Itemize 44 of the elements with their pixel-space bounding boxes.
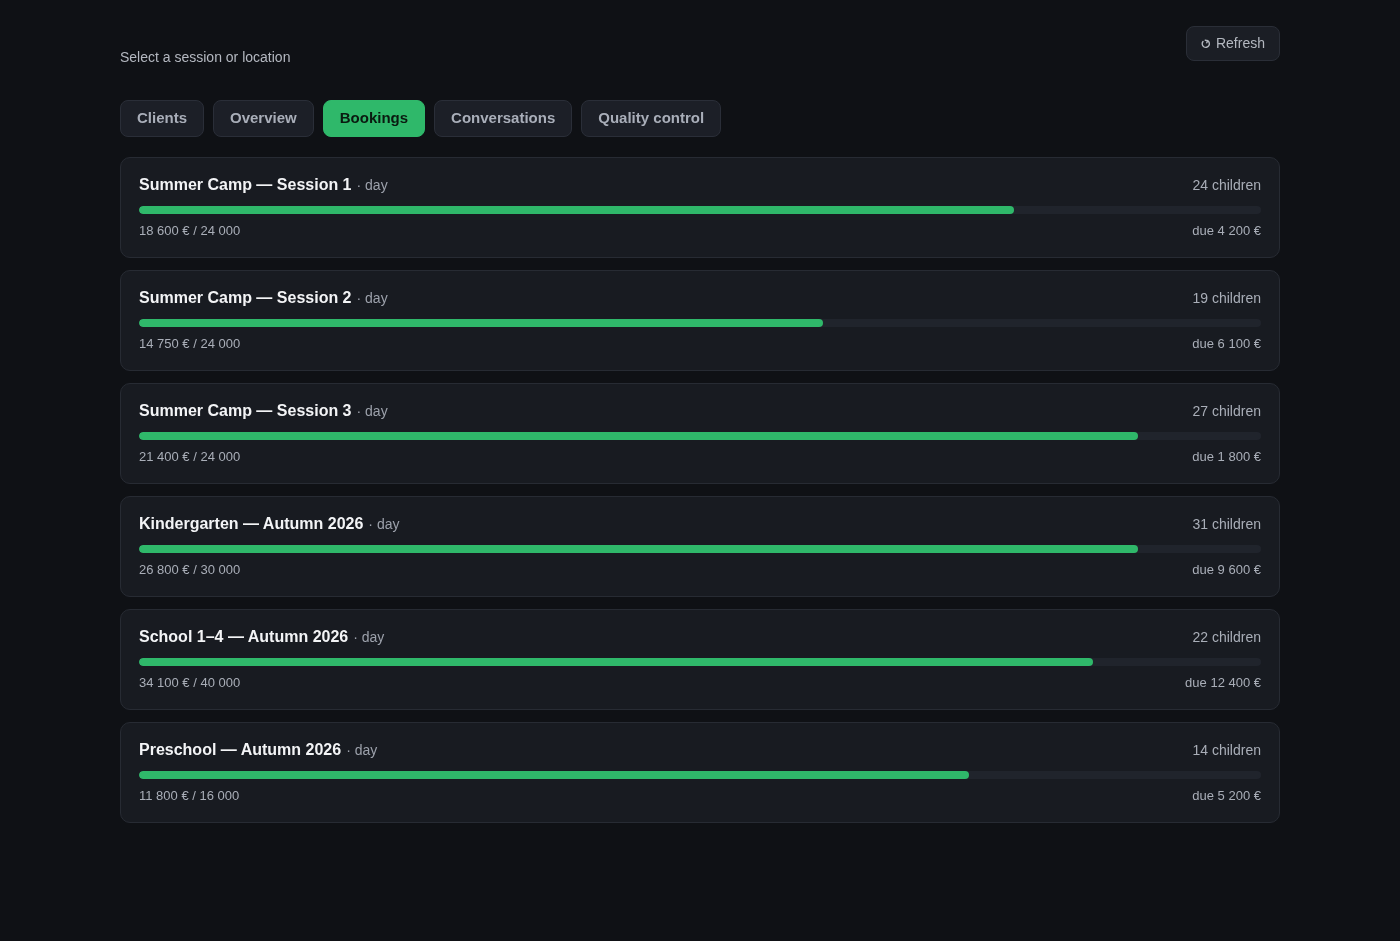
session-card[interactable]: School 1–4 — Autumn 2026 · day 22 children 34 100 € / 40 000 due 12 400 €: [120, 609, 1280, 710]
amount-text: 26 800 € / 30 000: [139, 562, 241, 578]
children-count: 19 children: [1192, 289, 1261, 308]
session-title: Kindergarten — Autumn 2026: [139, 514, 364, 534]
session-title: School 1–4 — Autumn 2026: [139, 627, 349, 647]
session-card[interactable]: Summer Camp — Session 2 · day 19 children 14 750 € / 24 000 due 6 100 €: [120, 270, 1280, 371]
refresh-button[interactable]: Refresh: [1185, 26, 1280, 61]
session-card[interactable]: Preschool — Autumn 2026 · day 14 children 11 800 € / 16 000 due 5 200 €: [120, 722, 1280, 823]
session-card[interactable]: Summer Camp — Session 3 · day 27 children 21 400 € / 24 000 due 1 800 €: [120, 383, 1280, 484]
instruction-text: Select a session or location: [120, 48, 291, 67]
tab[interactable]: Overview: [213, 100, 314, 137]
due-amount: due 6 100 €: [1192, 336, 1261, 352]
tab[interactable]: Conversations: [434, 100, 573, 137]
due-amount: due 4 200 €: [1192, 223, 1261, 239]
amount-text: 11 800 € / 16 000: [139, 788, 240, 804]
session-type: · day: [353, 628, 385, 647]
session-title: Preschool — Autumn 2026: [139, 740, 342, 760]
amount-text: 21 400 € / 24 000: [139, 449, 241, 465]
session-card[interactable]: Summer Camp — Session 1 · day 24 children 18 600 € / 24 000 due 4 200 €: [120, 157, 1280, 258]
children-count: 24 children: [1192, 176, 1261, 195]
tab[interactable]: Quality control: [581, 100, 722, 137]
session-type: · day: [346, 741, 378, 760]
children-count: 22 children: [1192, 628, 1261, 647]
children-count: 27 children: [1192, 402, 1261, 421]
session-type: · day: [356, 176, 388, 195]
children-count: 31 children: [1192, 515, 1261, 534]
session-title: Summer Camp — Session 2: [139, 288, 352, 308]
session-type: · day: [356, 402, 388, 421]
children-count: 14 children: [1192, 741, 1261, 760]
due-amount: due 1 800 €: [1192, 449, 1261, 465]
tab[interactable]: Bookings: [322, 100, 426, 137]
amount-text: 18 600 € / 24 000: [139, 223, 241, 239]
session-type: · day: [356, 289, 388, 308]
refresh-icon: [1200, 38, 1211, 49]
due-amount: due 5 200 €: [1192, 788, 1261, 804]
amount-text: 14 750 € / 24 000: [139, 336, 241, 352]
session-title: Summer Camp — Session 1: [139, 175, 352, 195]
session-card[interactable]: Kindergarten — Autumn 2026 · day 31 children 26 800 € / 30 000 due 9 600 €: [120, 496, 1280, 597]
session-type: · day: [368, 515, 400, 534]
amount-text: 34 100 € / 40 000: [139, 675, 241, 691]
session-title: Summer Camp — Session 3: [139, 401, 352, 421]
tab[interactable]: Clients: [120, 100, 204, 137]
due-amount: due 12 400 €: [1185, 675, 1261, 691]
due-amount: due 9 600 €: [1192, 562, 1261, 578]
